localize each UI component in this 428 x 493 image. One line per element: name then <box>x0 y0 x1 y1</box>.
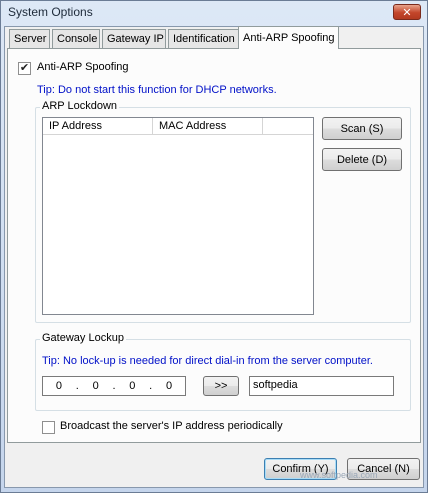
close-icon: ✕ <box>402 6 412 19</box>
tip-gateway-lockup: Tip: No lock-up is needed for direct dia… <box>42 355 373 367</box>
ip-octet-3: 0 <box>129 380 136 392</box>
tip-dhcp: Tip: Do not start this function for DHCP… <box>37 84 277 96</box>
tab-server[interactable]: Server <box>9 29 50 48</box>
delete-button[interactable]: Delete (D) <box>322 148 402 171</box>
anti-arp-label: Anti-ARP Spoofing <box>37 61 129 73</box>
column-header-ip-address[interactable]: IP Address <box>43 118 153 135</box>
tab-gateway-ip[interactable]: Gateway IP <box>102 29 166 48</box>
ip-octet-4: 0 <box>165 380 173 392</box>
tab-anti-arp-spoofing[interactable]: Anti-ARP Spoofing <box>238 26 339 49</box>
ip-dot: . <box>112 380 116 392</box>
checkmark-icon: ✔ <box>19 62 30 74</box>
arp-lockdown-caption: ARP Lockdown <box>40 100 120 112</box>
column-header-filler <box>263 118 313 135</box>
anti-arp-checkbox[interactable]: ✔ <box>18 62 31 75</box>
gateway-name-input[interactable]: softpedia <box>249 376 394 396</box>
ip-dot: . <box>75 380 79 392</box>
column-header-mac-address[interactable]: MAC Address <box>153 118 263 135</box>
gateway-lockup-caption: Gateway Lockup <box>40 332 126 344</box>
arrow-button[interactable]: >> <box>203 376 239 396</box>
tab-console[interactable]: Console <box>52 29 100 48</box>
broadcast-checkbox[interactable] <box>42 421 55 434</box>
ip-dot: . <box>149 380 153 392</box>
broadcast-label: Broadcast the server's IP address period… <box>60 420 283 432</box>
window-title: System Options <box>8 5 93 19</box>
gateway-ip-input[interactable]: 0 . 0 . 0 . 0 <box>42 376 186 396</box>
ip-octet-1: 0 <box>55 380 62 392</box>
ip-octet-2: 0 <box>92 380 99 392</box>
arp-table[interactable]: IP Address MAC Address <box>42 117 314 315</box>
close-button[interactable]: ✕ <box>393 4 421 20</box>
watermark: www.softpedia.com <box>300 470 378 480</box>
tab-identification[interactable]: Identification <box>168 29 239 48</box>
scan-button[interactable]: Scan (S) <box>322 117 402 140</box>
gateway-lockup-group <box>35 339 411 411</box>
